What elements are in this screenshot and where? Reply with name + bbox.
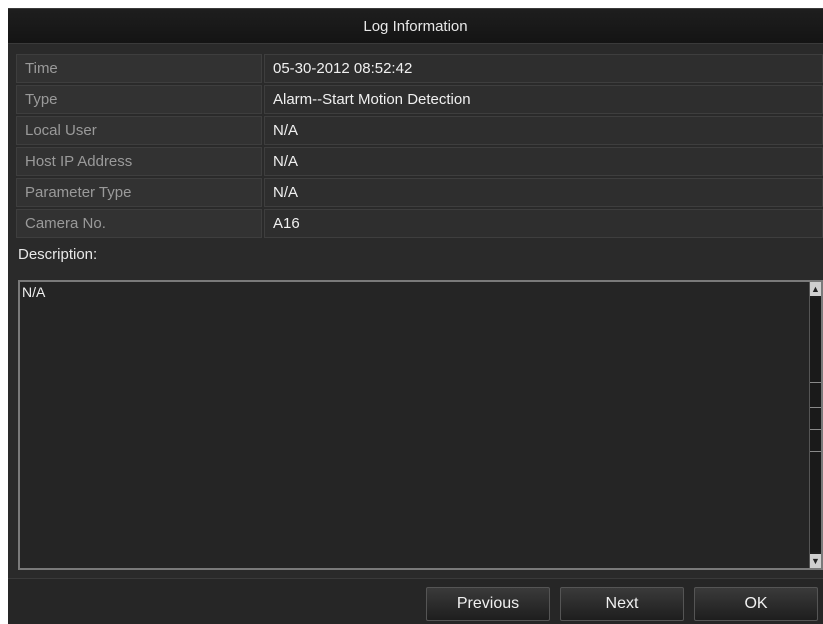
time-label: Time (16, 54, 262, 83)
scroll-grip-line (810, 429, 821, 430)
scroll-grip-line (810, 407, 821, 408)
previous-button[interactable]: Previous (426, 587, 550, 621)
dialog-title: Log Information (8, 8, 823, 44)
local-user-value: N/A (264, 116, 823, 145)
description-label: Description: (18, 246, 98, 263)
button-bar: Previous Next OK (8, 578, 823, 624)
camera-no-value: A16 (264, 209, 823, 238)
camera-no-label: Camera No. (16, 209, 262, 238)
type-value: Alarm--Start Motion Detection (264, 85, 823, 114)
top-strip (8, 0, 823, 8)
time-value: 05-30-2012 08:52:42 (264, 54, 823, 83)
type-label: Type (16, 85, 262, 114)
row-parameter-type: Parameter Type N/A (16, 178, 823, 207)
description-text: N/A (22, 284, 46, 300)
host-ip-label: Host IP Address (16, 147, 262, 176)
log-information-dialog: Log Information Time 05-30-2012 08:52:42… (8, 0, 823, 624)
log-info-table: Time 05-30-2012 08:52:42 Type Alarm--Sta… (16, 54, 823, 240)
local-user-label: Local User (16, 116, 262, 145)
chevron-up-icon[interactable]: ▲ (810, 282, 821, 296)
host-ip-value: N/A (264, 147, 823, 176)
parameter-type-value: N/A (264, 178, 823, 207)
description-textarea[interactable]: N/A ▲ ▼ (18, 280, 823, 570)
scroll-track[interactable] (810, 298, 821, 552)
chevron-down-icon[interactable]: ▼ (810, 554, 821, 568)
row-time: Time 05-30-2012 08:52:42 (16, 54, 823, 83)
scroll-thumb[interactable] (810, 382, 821, 452)
row-camera-no: Camera No. A16 (16, 209, 823, 238)
next-button[interactable]: Next (560, 587, 684, 621)
row-type: Type Alarm--Start Motion Detection (16, 85, 823, 114)
description-scrollbar[interactable]: ▲ ▼ (809, 282, 821, 568)
row-local-user: Local User N/A (16, 116, 823, 145)
ok-button[interactable]: OK (694, 587, 818, 621)
row-host-ip: Host IP Address N/A (16, 147, 823, 176)
parameter-type-label: Parameter Type (16, 178, 262, 207)
